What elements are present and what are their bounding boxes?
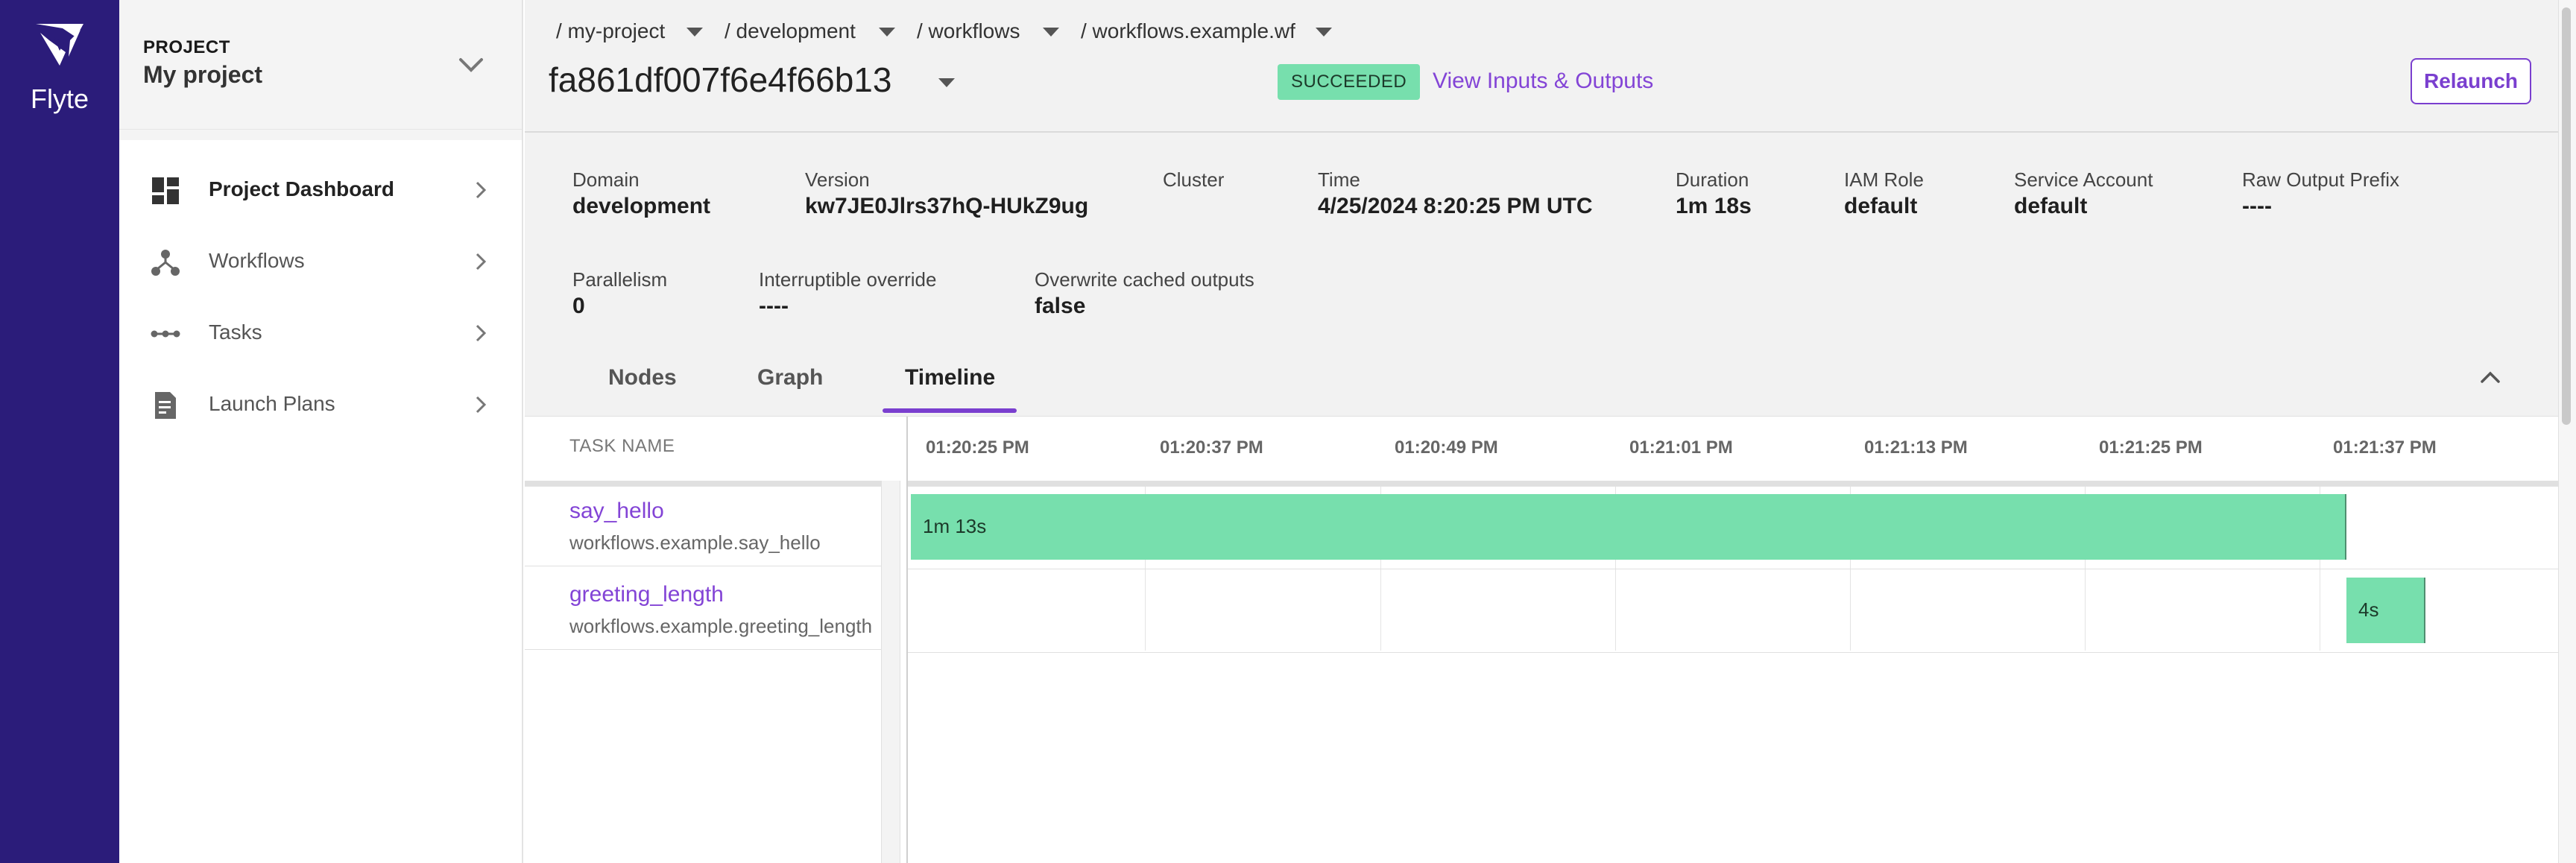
header-divider [525, 131, 2558, 133]
meta-domain-label: Domain [572, 168, 640, 191]
sidebar-item-label: Launch Plans [209, 392, 335, 415]
dashboard-icon [152, 177, 179, 204]
execution-details: / my-project / development / workflows /… [525, 0, 2558, 863]
meta-service-account-label: Service Account [2014, 168, 2153, 191]
caret-down-icon[interactable] [1315, 27, 1333, 37]
sidebar-item-launch-plans[interactable]: Launch Plans [119, 368, 522, 440]
meta-service-account-value: default [2014, 194, 2088, 218]
caret-down-icon[interactable] [686, 27, 704, 37]
timeline-tick-label: 01:20:49 PM [1395, 437, 1498, 458]
breadcrumb-workflows[interactable]: / workflows [917, 19, 1020, 43]
chevron-right-icon [476, 396, 487, 414]
active-tab-indicator [883, 408, 1017, 413]
task-path: workflows.example.greeting_length [569, 615, 873, 637]
task-path: workflows.example.say_hello [569, 531, 821, 554]
breadcrumb-project[interactable]: / my-project [556, 19, 665, 43]
chevron-down-icon[interactable] [456, 51, 486, 80]
scrollbar-thumb[interactable] [2562, 7, 2571, 425]
meta-parallelism-label: Parallelism [572, 268, 668, 291]
project-selector[interactable]: PROJECT My project [119, 0, 522, 130]
launch-plan-icon [155, 392, 176, 419]
meta-duration-label: Duration [1676, 168, 1749, 191]
timeline-tick-label: 01:21:37 PM [2333, 437, 2437, 458]
task-list-topbar [525, 481, 900, 487]
meta-interruptible-value: ---- [759, 294, 789, 318]
task-name-header: TASK NAME [569, 436, 675, 456]
meta-raw-output-prefix-label: Raw Output Prefix [2242, 168, 2399, 191]
meta-cluster-label: Cluster [1163, 168, 1225, 191]
nav-spacer [119, 130, 522, 140]
project-name: My project [143, 61, 263, 88]
task-bar-greeting-length[interactable]: 4s [2346, 578, 2425, 643]
row-divider [525, 649, 881, 650]
tab-nodes[interactable]: Nodes [608, 365, 677, 391]
page-scrollbar[interactable] [2558, 0, 2576, 863]
breadcrumb-workflow[interactable]: / workflows.example.wf [1081, 19, 1295, 43]
meta-version-value: kw7JE0Jlrs37hQ-HUkZ9ug [805, 194, 1089, 218]
task-bar-duration: 1m 13s [923, 515, 987, 537]
chevron-right-icon [476, 181, 487, 199]
meta-overwrite-cache-value: false [1035, 294, 1086, 318]
task-link-say-hello[interactable]: say_hello [569, 499, 664, 524]
meta-domain-value: development [572, 194, 711, 218]
caret-down-icon[interactable] [938, 78, 956, 88]
relaunch-button[interactable]: Relaunch [2411, 58, 2531, 104]
execution-header: / my-project / development / workflows /… [525, 0, 2558, 416]
flyte-logo-icon[interactable] [33, 21, 86, 67]
sidebar-item-label: Project Dashboard [209, 177, 394, 200]
tab-timeline[interactable]: Timeline [905, 365, 995, 391]
sidebar-item-project-dashboard[interactable]: Project Dashboard [119, 154, 522, 225]
timeline-panel: TASK NAME 01:20:25 PM 01:20:37 PM 01:20:… [525, 416, 2558, 863]
project-kicker: PROJECT [143, 37, 230, 57]
meta-iam-role-value: default [1844, 194, 1918, 218]
chevron-up-icon[interactable] [2479, 370, 2501, 385]
meta-overwrite-cache-label: Overwrite cached outputs [1035, 268, 1254, 291]
meta-version-label: Version [805, 168, 870, 191]
app-rail: Flyte [0, 0, 119, 863]
chevron-right-icon [476, 253, 487, 271]
timeline-tick-label: 01:21:01 PM [1629, 437, 1733, 458]
meta-iam-role-label: IAM Role [1844, 168, 1924, 191]
timeline-tick-label: 01:21:13 PM [1864, 437, 1968, 458]
execution-id: fa861df007f6e4f66b13 [549, 60, 892, 99]
tasks-icon [151, 330, 180, 338]
meta-time-label: Time [1318, 168, 1360, 191]
meta-parallelism-value: 0 [572, 294, 585, 318]
meta-raw-output-prefix-value: ---- [2242, 194, 2272, 218]
meta-time-value: 4/25/2024 8:20:25 PM UTC [1318, 194, 1593, 218]
workflow-icon [151, 250, 180, 276]
timeline-tick-label: 01:20:25 PM [926, 437, 1029, 458]
sidebar-item-workflows[interactable]: Workflows [119, 225, 522, 297]
caret-down-icon[interactable] [878, 27, 896, 37]
caret-down-icon[interactable] [1042, 27, 1060, 37]
task-bar-duration: 4s [2358, 598, 2379, 621]
timeline-tick-label: 01:20:37 PM [1160, 437, 1263, 458]
brand-name: Flyte [30, 83, 89, 114]
meta-duration-value: 1m 18s [1676, 194, 1752, 218]
task-bar-say-hello[interactable]: 1m 13s [911, 494, 2346, 560]
chart-topbar [908, 481, 2558, 487]
timeline-tick-label: 01:21:25 PM [2099, 437, 2203, 458]
chevron-right-icon [476, 324, 487, 342]
sidebar-item-tasks[interactable]: Tasks [119, 297, 522, 368]
sidebar-item-label: Workflows [209, 249, 305, 272]
meta-interruptible-label: Interruptible override [759, 268, 937, 291]
task-list-scroll-gutter[interactable] [881, 481, 900, 863]
sidebar-item-label: Tasks [209, 320, 262, 344]
status-badge: SUCCEEDED [1278, 64, 1421, 100]
view-inputs-outputs-link[interactable]: View Inputs & Outputs [1433, 69, 1653, 94]
breadcrumb-domain[interactable]: / development [724, 19, 856, 43]
row-divider [908, 652, 2558, 653]
task-link-greeting-length[interactable]: greeting_length [569, 582, 724, 607]
tab-graph[interactable]: Graph [757, 365, 823, 391]
sidebar: PROJECT My project Project Dashboard Wor… [119, 0, 523, 863]
